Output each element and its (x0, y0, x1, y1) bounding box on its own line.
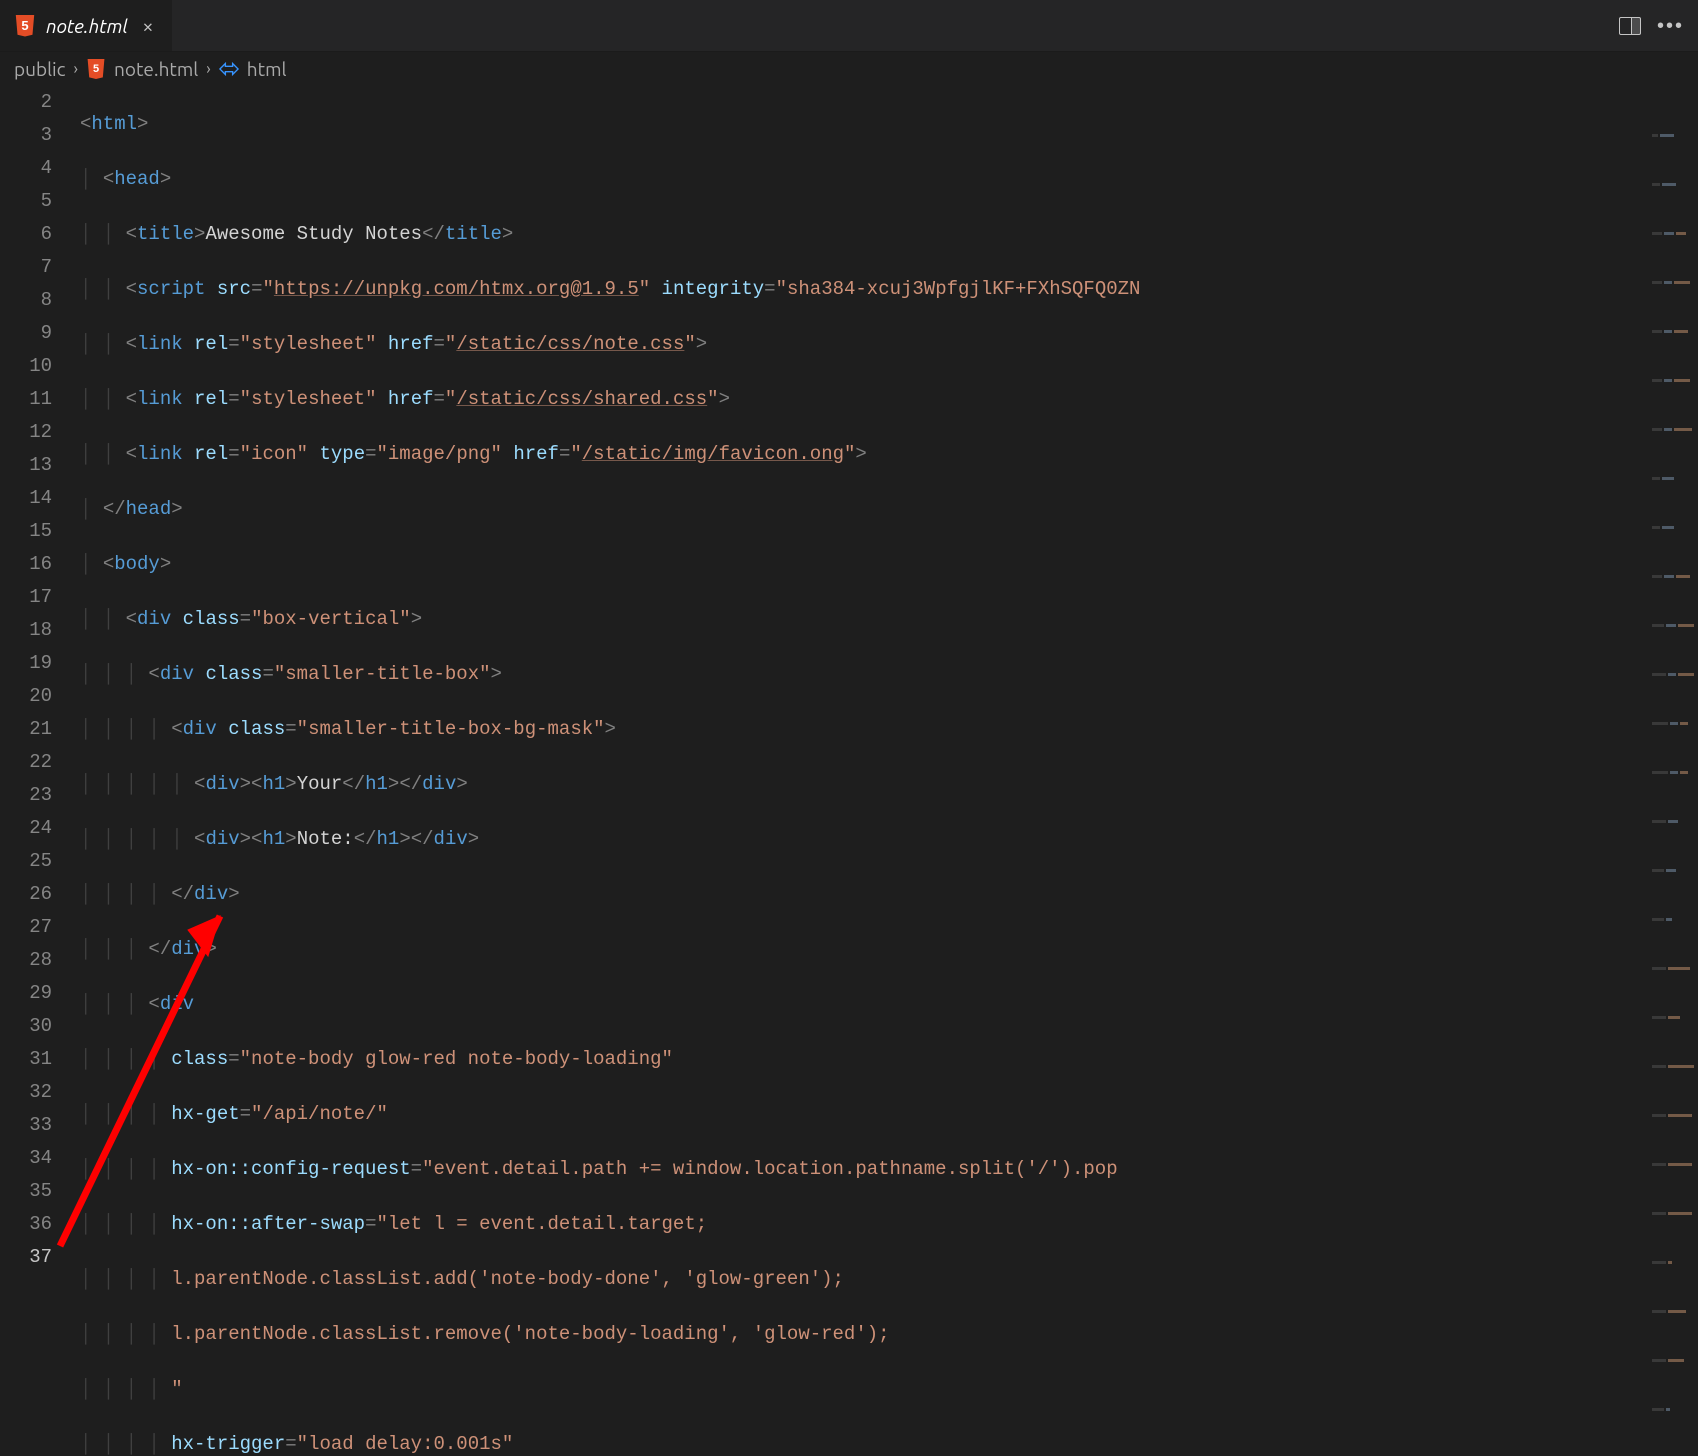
line-number: 18 (0, 614, 52, 647)
code-line[interactable]: │ │ <link rel="icon" type="image/png" hr… (80, 438, 1638, 471)
chevron-right-icon: › (206, 60, 211, 78)
code-line[interactable]: │ <head> (80, 163, 1638, 196)
breadcrumb-folder[interactable]: public (14, 58, 66, 80)
code-line[interactable]: │ │ │ │ │ <div><h1>Note:</h1></div> (80, 823, 1638, 856)
breadcrumb-file[interactable]: note.html (114, 58, 198, 80)
code-line[interactable]: │ │ <div class="box-vertical"> (80, 603, 1638, 636)
line-number: 16 (0, 548, 52, 581)
code-line[interactable]: │ <body> (80, 548, 1638, 581)
line-number-gutter: 2345678910111213141516171819202122232425… (0, 86, 80, 1456)
code-line[interactable]: │ │ │ │ hx-get="/api/note/" (80, 1098, 1638, 1131)
code-line[interactable]: │ │ │ </div> (80, 933, 1638, 966)
line-number: 34 (0, 1142, 52, 1175)
line-number: 4 (0, 152, 52, 185)
line-number: 29 (0, 977, 52, 1010)
breadcrumb-symbol[interactable]: html (247, 58, 287, 80)
line-number: 14 (0, 482, 52, 515)
code-line[interactable]: │ │ │ <div class="smaller-title-box"> (80, 658, 1638, 691)
line-number: 19 (0, 647, 52, 680)
code-line[interactable]: │ │ │ │ hx-on::after-swap="let l = event… (80, 1208, 1638, 1241)
code-line[interactable]: │ │ │ │ <div class="smaller-title-box-bg… (80, 713, 1638, 746)
line-number: 22 (0, 746, 52, 779)
code-line[interactable]: │ │ │ │ hx-trigger="load delay:0.001s" (80, 1428, 1638, 1456)
line-number: 7 (0, 251, 52, 284)
code-line[interactable]: │ │ │ │ " (80, 1373, 1638, 1406)
code-line[interactable]: │ │ │ │ l.parentNode.classList.remove('n… (80, 1318, 1638, 1351)
tab-filename: note.html (46, 15, 128, 37)
code-line[interactable]: │ │ │ │ class="note-body glow-red note-b… (80, 1043, 1638, 1076)
line-number: 17 (0, 581, 52, 614)
line-number: 36 (0, 1208, 52, 1241)
line-number: 12 (0, 416, 52, 449)
line-number: 26 (0, 878, 52, 911)
code-line[interactable]: │ │ <script src="https://unpkg.com/htmx.… (80, 273, 1638, 306)
line-number: 8 (0, 284, 52, 317)
tab-actions: ••• (1619, 0, 1698, 51)
line-number: 13 (0, 449, 52, 482)
line-number: 5 (0, 185, 52, 218)
file-tab[interactable]: note.html × (0, 0, 173, 51)
line-number: 23 (0, 779, 52, 812)
line-number: 27 (0, 911, 52, 944)
code-line[interactable]: │ │ │ │ │ <div><h1>Your</h1></div> (80, 768, 1638, 801)
line-number: 9 (0, 317, 52, 350)
line-number: 28 (0, 944, 52, 977)
minimap[interactable] (1652, 86, 1698, 366)
code-line[interactable]: │ │ <title>Awesome Study Notes</title> (80, 218, 1638, 251)
line-number: 11 (0, 383, 52, 416)
html5-icon (14, 15, 36, 37)
line-number: 24 (0, 812, 52, 845)
line-number: 25 (0, 845, 52, 878)
line-number: 21 (0, 713, 52, 746)
split-editor-icon[interactable] (1619, 17, 1641, 35)
line-number: 31 (0, 1043, 52, 1076)
line-number: 15 (0, 515, 52, 548)
line-number: 2 (0, 86, 52, 119)
code-line[interactable]: │ │ <link rel="stylesheet" href="/static… (80, 328, 1638, 361)
code-line[interactable]: │ │ │ <div (80, 988, 1638, 1021)
more-actions-icon[interactable]: ••• (1657, 16, 1684, 36)
line-number: 10 (0, 350, 52, 383)
symbol-icon (219, 61, 239, 77)
line-number: 6 (0, 218, 52, 251)
code-editor[interactable]: 2345678910111213141516171819202122232425… (0, 86, 1698, 1456)
line-number: 30 (0, 1010, 52, 1043)
breadcrumb: public › note.html › html (0, 52, 1698, 86)
close-icon[interactable]: × (138, 16, 158, 36)
line-number: 35 (0, 1175, 52, 1208)
line-number: 33 (0, 1109, 52, 1142)
code-line[interactable]: │ │ │ │ hx-on::config-request="event.det… (80, 1153, 1638, 1186)
html5-icon (86, 59, 106, 79)
chevron-right-icon: › (74, 60, 79, 78)
line-number: 3 (0, 119, 52, 152)
line-number: 32 (0, 1076, 52, 1109)
tab-bar: note.html × ••• (0, 0, 1698, 52)
code-line[interactable]: │ │ │ │ </div> (80, 878, 1638, 911)
code-line[interactable]: <html> (80, 108, 1638, 141)
line-number: 20 (0, 680, 52, 713)
code-line[interactable]: │ │ │ │ l.parentNode.classList.add('note… (80, 1263, 1638, 1296)
code-line[interactable]: │ </head> (80, 493, 1638, 526)
code-area[interactable]: <html> │ <head> │ │ <title>Awesome Study… (80, 86, 1698, 1456)
line-number: 37 (0, 1241, 52, 1274)
code-line[interactable]: │ │ <link rel="stylesheet" href="/static… (80, 383, 1638, 416)
